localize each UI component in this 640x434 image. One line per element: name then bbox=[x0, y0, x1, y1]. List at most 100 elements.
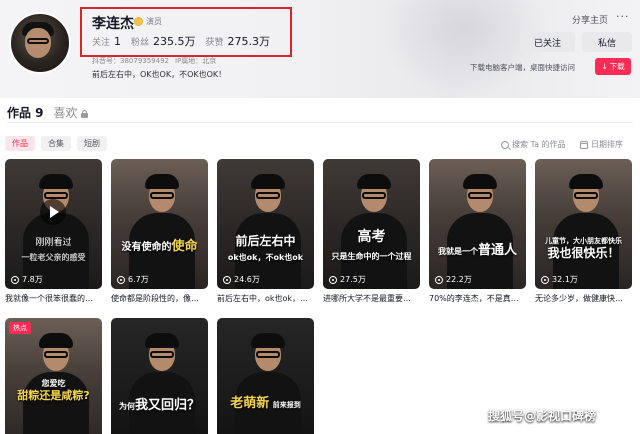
profile-meta: 抖音号：38079359492 IP属地：北京 bbox=[92, 56, 216, 66]
stat-value: 275.3万 bbox=[227, 35, 271, 48]
tab-likes[interactable]: 喜欢 bbox=[54, 104, 88, 121]
video-thumbnail[interactable]: 前后左右中 ok也ok，不ok也ok 24.6万 bbox=[217, 159, 314, 289]
sort-label: 日期排序 bbox=[591, 140, 623, 149]
stat-followers[interactable]: 粉丝 235.5万 bbox=[131, 33, 196, 49]
filter-short-dramas[interactable]: 短剧 bbox=[77, 136, 107, 151]
person-cap bbox=[39, 174, 73, 189]
video-likes: 32.1万 bbox=[541, 274, 578, 285]
more-options-button[interactable]: ··· bbox=[616, 10, 630, 23]
like-icon bbox=[11, 275, 19, 284]
video-caption: 高考 bbox=[357, 229, 386, 245]
search-icon bbox=[501, 140, 509, 149]
verified-icon bbox=[134, 17, 143, 26]
person-cap bbox=[463, 174, 497, 189]
verified-badge: 演员 bbox=[134, 16, 162, 27]
person-glasses bbox=[362, 192, 386, 199]
stat-likes: 获赞 275.3万 bbox=[206, 33, 271, 49]
video-thumbnail[interactable]: 热点 您爱吃 甜粽还是咸粽? bbox=[5, 318, 102, 434]
person-glasses bbox=[150, 351, 174, 358]
person-cap bbox=[145, 174, 179, 189]
person-cap bbox=[357, 174, 391, 189]
caption-line: 前来报到 bbox=[272, 401, 301, 409]
download-icon: ↓ bbox=[601, 62, 608, 71]
video-thumbnail[interactable]: 为何我又回归？ bbox=[111, 318, 208, 434]
video-description[interactable]: 无论多少岁，做健康快… bbox=[535, 293, 632, 304]
video-card[interactable]: 我就是一个普通人 22.2万 70%的李连杰，不是真… bbox=[429, 159, 526, 304]
video-caption: 一粒老父亲的感受 bbox=[21, 253, 86, 262]
video-thumbnail[interactable]: 老萌新 前来报到 bbox=[217, 318, 314, 434]
stat-following[interactable]: 关注 1 bbox=[92, 35, 121, 48]
avatar-glasses bbox=[27, 38, 49, 44]
video-likes: 22.2万 bbox=[435, 274, 472, 285]
filter-chips: 作品 合集 短剧 bbox=[5, 136, 107, 151]
video-description[interactable]: 使命都是阶段性的，像… bbox=[111, 293, 208, 304]
sort-by-date[interactable]: 日期排序 bbox=[580, 139, 623, 150]
video-subcaption: 只是生命中的一个过程 bbox=[331, 252, 412, 261]
video-likes: 27.5万 bbox=[329, 274, 366, 285]
caption-highlight: 使命 bbox=[171, 239, 198, 254]
profile-name: 李连杰 bbox=[92, 16, 134, 32]
message-button[interactable]: 私信 bbox=[582, 32, 632, 52]
video-caption: 老萌新 前来报到 bbox=[217, 396, 314, 411]
person-glasses bbox=[44, 192, 68, 199]
video-thumbnail[interactable]: 刚刚看过 一粒老父亲的感受 7.8万 bbox=[5, 159, 102, 289]
video-thumbnail[interactable]: 儿童节，大小朋友都快乐 我也很快乐！ 32.1万 bbox=[535, 159, 632, 289]
video-description[interactable]: 70%的李连杰，不是真… bbox=[429, 293, 526, 304]
works-search[interactable]: 搜索 Ta 的作品 bbox=[501, 139, 566, 150]
person-cap bbox=[569, 174, 603, 189]
video-card[interactable]: 前后左右中 ok也ok，不ok也ok 24.6万 前后左右中，ok也ok，… bbox=[217, 159, 314, 304]
video-description[interactable]: 进哪所大学不是最重要… bbox=[323, 293, 420, 304]
video-grid: 刚刚看过 一粒老父亲的感受 7.8万 我就像一个很笨很蠢的… 没有使命的使命 6… bbox=[5, 159, 635, 434]
stat-label: 获赞 bbox=[205, 38, 224, 48]
stat-label: 关注 bbox=[92, 38, 111, 48]
play-icon[interactable] bbox=[40, 199, 66, 225]
followed-button[interactable]: 已关注 bbox=[520, 32, 575, 52]
person-cap bbox=[251, 333, 285, 348]
video-subcaption: 我也很快乐！ bbox=[547, 246, 620, 260]
video-thumbnail[interactable]: 没有使命的使命 6.7万 bbox=[111, 159, 208, 289]
watched-label: 刚刚看过 bbox=[35, 238, 72, 248]
avatar[interactable] bbox=[9, 12, 71, 74]
video-subcaption: ok也ok，不ok也ok bbox=[227, 253, 304, 262]
filter-collections[interactable]: 合集 bbox=[41, 136, 71, 151]
caption-line: 没有使命的 bbox=[121, 242, 172, 253]
video-caption: 没有使命的使命 bbox=[111, 239, 208, 254]
video-card[interactable]: 没有使命的使命 6.7万 使命都是阶段性的，像… bbox=[111, 159, 208, 304]
person-glasses bbox=[44, 351, 68, 358]
watermark: 搜狐号@影视口碑榜 bbox=[488, 409, 597, 423]
video-thumbnail[interactable]: 我就是一个普通人 22.2万 bbox=[429, 159, 526, 289]
download-button[interactable]: ↓ 下载 bbox=[595, 58, 631, 75]
video-card[interactable]: 高考 只是生命中的一个过程 27.5万 进哪所大学不是最重要… bbox=[323, 159, 420, 304]
stat-label: 粉丝 bbox=[131, 38, 150, 48]
video-card[interactable]: 儿童节，大小朋友都快乐 我也很快乐！ 32.1万 无论多少岁，做健康快… bbox=[535, 159, 632, 304]
hot-badge: 热点 bbox=[9, 322, 31, 334]
tab-works[interactable]: 作品 9 bbox=[7, 104, 44, 121]
video-likes: 7.8万 bbox=[11, 274, 43, 285]
person-cap bbox=[251, 174, 285, 189]
like-count: 27.5万 bbox=[340, 275, 366, 284]
like-count: 32.1万 bbox=[552, 275, 578, 284]
filter-works[interactable]: 作品 bbox=[5, 136, 35, 151]
video-description[interactable]: 我就像一个很笨很蠢的… bbox=[5, 293, 102, 304]
video-card[interactable]: 热点 您爱吃 甜粽还是咸粽? bbox=[5, 318, 102, 434]
video-caption: 为何我又回归？ bbox=[111, 399, 208, 413]
stat-value: 235.5万 bbox=[153, 35, 196, 48]
person-glasses bbox=[150, 192, 174, 199]
search-placeholder: 搜索 Ta 的作品 bbox=[512, 140, 566, 149]
ip-location: IP属地：北京 bbox=[175, 57, 217, 65]
video-thumbnail[interactable]: 高考 只是生命中的一个过程 27.5万 bbox=[323, 159, 420, 289]
video-card[interactable]: 刚刚看过 一粒老父亲的感受 7.8万 我就像一个很笨很蠢的… bbox=[5, 159, 102, 304]
douyin-id: 抖音号：38079359492 bbox=[92, 57, 169, 65]
profile-bio: 前后左右中，OK也OK，不OK也OK！ bbox=[92, 70, 227, 79]
like-icon bbox=[435, 275, 443, 284]
person-glasses bbox=[468, 192, 492, 199]
video-description[interactable]: 前后左右中，ok也ok，… bbox=[217, 293, 314, 304]
download-tip: 下载电脑客户端，桌面快捷访问 bbox=[470, 63, 575, 72]
video-card[interactable]: 为何我又回归？ bbox=[111, 318, 208, 434]
tab-likes-label: 喜欢 bbox=[53, 106, 78, 120]
share-profile-button[interactable]: 分享主页 bbox=[572, 13, 608, 26]
person-glasses bbox=[574, 192, 598, 199]
video-card[interactable]: 老萌新 前来报到 bbox=[217, 318, 314, 434]
caption-highlight: 老萌新 bbox=[230, 396, 270, 411]
video-caption: 前后左右中 bbox=[235, 234, 296, 248]
